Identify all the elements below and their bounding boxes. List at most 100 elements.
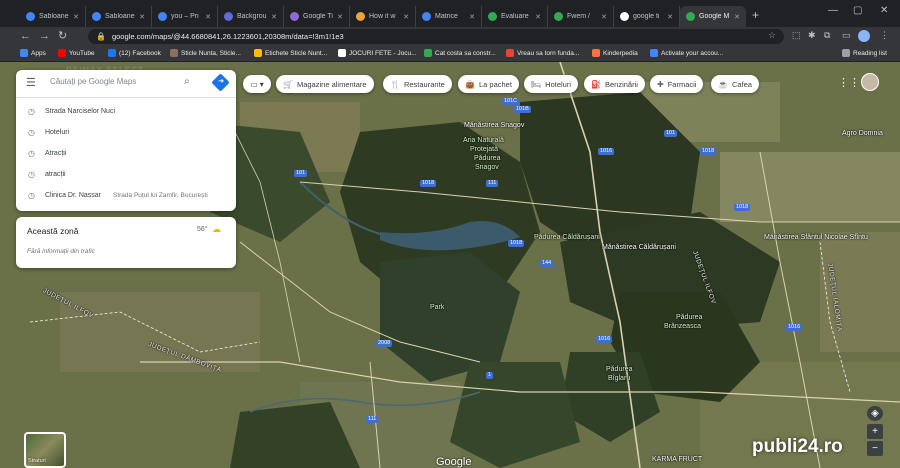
map-label-manastirea-sfantul-nicolae[interactable]: Mănăstirea Sfântul Nicolae Sfîntu xyxy=(764,234,894,241)
close-icon[interactable]: ✕ xyxy=(601,13,607,21)
close-icon[interactable]: ✕ xyxy=(734,13,740,21)
tab-evaluare[interactable]: Evaluare ✕ xyxy=(482,6,548,27)
bookmark-vreau-sa-torn[interactable]: Vreau sa torn funda... xyxy=(506,49,579,57)
tab-background[interactable]: Backgrou ✕ xyxy=(218,6,284,27)
compass-icon[interactable]: ◈ xyxy=(867,406,883,421)
youtube-icon xyxy=(58,49,66,57)
history-clock-icon: ◷ xyxy=(28,149,35,158)
bookmark-cat-costa[interactable]: Cat costa sa constr... xyxy=(424,49,496,57)
reload-icon[interactable]: ↻ xyxy=(58,29,67,43)
close-icon[interactable]: ✕ xyxy=(403,13,409,21)
zoom-out-button[interactable]: − xyxy=(867,441,883,456)
bookmark-star-icon[interactable]: ☆ xyxy=(768,30,776,41)
chip-benzinarii[interactable]: ⛽ Benzinării xyxy=(584,75,645,93)
new-tab-icon[interactable]: + xyxy=(752,8,759,22)
directions-icon[interactable]: ➜ xyxy=(211,73,230,92)
bookmark-label: Kinderpedia xyxy=(603,49,638,57)
tab-how-it-works[interactable]: How it w ✕ xyxy=(350,6,416,27)
weather-sun-icon: ☁ xyxy=(212,224,221,234)
bookmark-facebook[interactable]: (12) Facebook xyxy=(108,49,161,57)
chip-hoteluri[interactable]: 🛏 Hoteluri xyxy=(524,75,578,93)
zoom-in-button[interactable]: + xyxy=(867,424,883,439)
chip-farmacii[interactable]: ✚ Farmacii xyxy=(650,75,704,93)
tab-sabloane-2[interactable]: Sabloane ✕ xyxy=(86,6,152,27)
road-shield: 1018 xyxy=(508,240,525,247)
map-label-manastirea-snagov[interactable]: Mănăstirea Snagov xyxy=(464,122,524,129)
suggestion-item[interactable]: ◷ atracții xyxy=(16,164,236,185)
google-logo: Google xyxy=(436,456,472,468)
chip-restaurante[interactable]: 🍴 Restaurante xyxy=(383,75,452,93)
close-icon[interactable]: ✕ xyxy=(139,13,145,21)
bookmark-youtube[interactable]: YouTube xyxy=(58,49,95,57)
lock-icon[interactable]: 🔒 xyxy=(96,32,106,41)
tab-fwem[interactable]: Fwem / ✕ xyxy=(548,6,614,27)
suggestion-item[interactable]: ◷ Clinica Dr. Nassar Strada Puțul lui Zamf… xyxy=(16,185,236,206)
bookmark-label: (12) Facebook xyxy=(119,49,161,57)
map-label-padurea-branzeasca-1[interactable]: Pădurea xyxy=(676,314,702,321)
address-bar[interactable]: 🔒 google.com/maps/@44.6680841,26.1223601… xyxy=(88,29,784,44)
publi24-watermark: publi24.ro xyxy=(752,436,843,457)
cast-icon[interactable]: ▭ xyxy=(842,30,851,41)
bookmark-etichete[interactable]: Etichete Sticle Nunt... xyxy=(254,49,327,57)
window-close-icon[interactable]: ✕ xyxy=(880,5,888,16)
search-input[interactable] xyxy=(50,77,180,86)
reading-list[interactable]: Reading list xyxy=(842,49,887,57)
suggestion-label: Hoteluri xyxy=(44,129,70,136)
map-label-protejata[interactable]: Protejată xyxy=(470,146,498,153)
map-label-padurea-branzeasca-2[interactable]: Brănzeasca xyxy=(664,323,701,330)
map-label-padurea-snagov-1[interactable]: Pădurea xyxy=(474,155,500,162)
extension-icon[interactable]: ⬚ xyxy=(792,30,801,41)
tab-title: Google M xyxy=(699,13,730,20)
map-label-padurea-biglaru-2[interactable]: Bîglaru xyxy=(608,375,630,382)
suggestion-item[interactable]: ◷ Hoteluri xyxy=(16,122,236,143)
close-icon[interactable]: ✕ xyxy=(271,13,277,21)
close-icon[interactable]: ✕ xyxy=(667,13,673,21)
map-label-aria-naturala[interactable]: Aria Naturală xyxy=(463,137,504,144)
close-icon[interactable]: ✕ xyxy=(469,13,475,21)
map-label-padurea-snagov-2[interactable]: Snagov xyxy=(475,164,499,171)
chip-cafea[interactable]: ☕ Cafea xyxy=(711,75,759,93)
layers-toggle[interactable]: Straturi xyxy=(24,432,66,468)
forward-icon[interactable]: → xyxy=(39,29,50,43)
chip-la-pachet[interactable]: 👜 La pachet xyxy=(458,75,519,93)
chip-magazine-alimentare[interactable]: 🛒 Magazine alimentare xyxy=(276,75,374,93)
account-avatar[interactable] xyxy=(861,73,879,91)
tab-google-ti-2[interactable]: google ti ✕ xyxy=(614,6,680,27)
map-label-agro-domnia[interactable]: Agro Domnia xyxy=(842,130,883,137)
close-icon[interactable]: ✕ xyxy=(535,13,541,21)
suggestion-item[interactable]: ◷ Atracții xyxy=(16,143,236,164)
hamburger-menu-icon[interactable]: ☰ xyxy=(26,78,36,89)
tab-you[interactable]: you – Pri ✕ xyxy=(152,6,218,27)
map-label-park[interactable]: Park xyxy=(430,304,444,311)
search-icon[interactable]: ⌕ xyxy=(184,76,190,87)
map-label-padurea-biglaru-1[interactable]: Pădurea xyxy=(606,366,632,373)
suggestion-item[interactable]: ◷ Strada Narciselor Nuci xyxy=(16,101,236,122)
profile-avatar[interactable] xyxy=(858,30,870,42)
bookmark-activate[interactable]: Activate your accou... xyxy=(650,49,723,57)
menu-dots-icon[interactable]: ⋮ xyxy=(880,30,889,41)
map-label-manastirea-caldarusani[interactable]: Mănăstirea Căldărușani xyxy=(602,244,676,251)
map-label-karma-fruct[interactable]: KARMA FRUCT xyxy=(652,456,702,463)
maximize-icon[interactable]: ▢ xyxy=(853,5,862,16)
extensions-icon[interactable]: ⧉ xyxy=(824,30,830,41)
tab-google-maps[interactable]: Google M ✕ xyxy=(680,6,746,27)
close-icon[interactable]: ✕ xyxy=(337,13,343,21)
bookmark-sticle-nunta[interactable]: Sticle Nunta, Sticle... xyxy=(170,49,241,57)
back-icon[interactable]: ← xyxy=(20,29,31,43)
bookmark-kinderpedia[interactable]: Kinderpedia xyxy=(592,49,638,57)
map-label-padurea-caldarusani[interactable]: Pădurea Căldărușani xyxy=(534,234,600,241)
puzzle-icon[interactable]: ✱ xyxy=(808,30,816,41)
map-canvas[interactable]: RE/MAX SELECT RE/MAX SELECT Mănăstirea S… xyxy=(0,62,900,468)
bookmark-jocuri[interactable]: JOCURI FETE - Jocu... xyxy=(338,49,417,57)
chip-label: Magazine alimentare xyxy=(296,79,367,89)
close-icon[interactable]: ✕ xyxy=(73,13,79,21)
bookmark-apps[interactable]: Apps xyxy=(20,49,46,57)
close-icon[interactable]: ✕ xyxy=(205,13,211,21)
tab-sabloane-1[interactable]: Sabloane ✕ xyxy=(20,6,86,27)
tab-google-ti[interactable]: Google Ti ✕ xyxy=(284,6,350,27)
area-info-card[interactable]: Această zonă 56° ☁ Fără informații din t… xyxy=(16,217,236,268)
tab-matrice[interactable]: Matrice ✕ xyxy=(416,6,482,27)
map-type-button[interactable]: ▭ ▾ xyxy=(243,75,271,93)
url-text: google.com/maps/@44.6680841,26.1223601,2… xyxy=(111,32,344,41)
minimize-icon[interactable]: — xyxy=(828,5,838,16)
